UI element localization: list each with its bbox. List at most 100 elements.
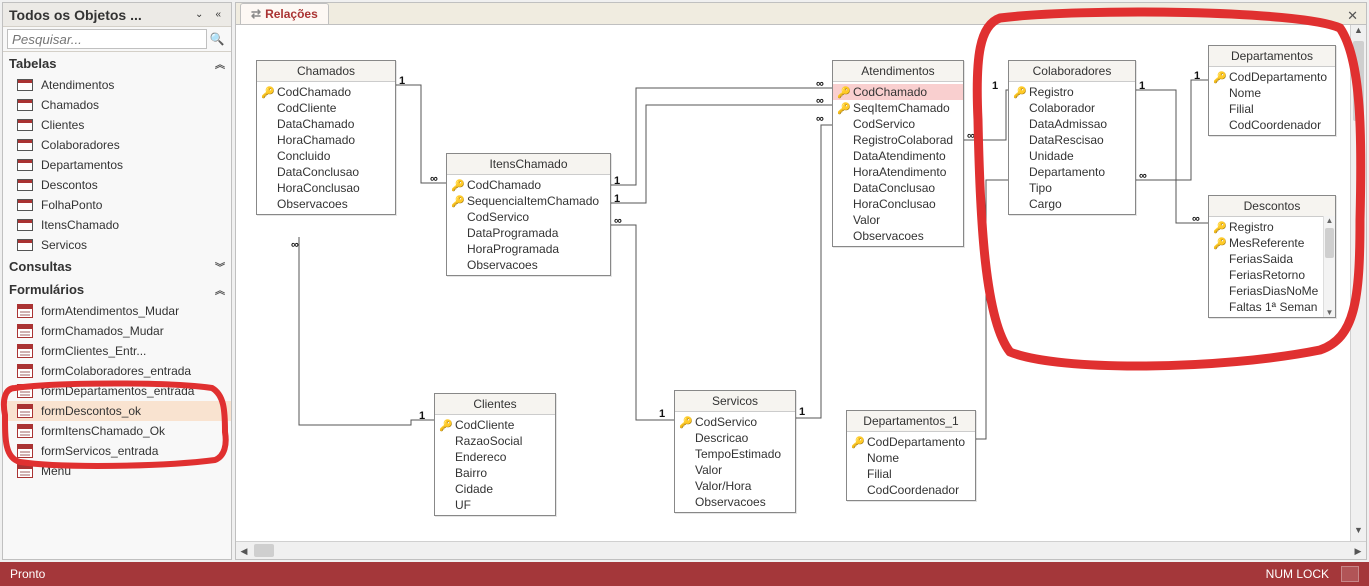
er-field[interactable]: Filial	[847, 466, 975, 482]
nav-table-item[interactable]: Chamados	[3, 95, 231, 115]
er-field[interactable]: HoraAtendimento	[833, 164, 963, 180]
er-field[interactable]: 🔑CodChamado	[447, 177, 610, 193]
er-field[interactable]: FeriasRetorno	[1209, 267, 1335, 283]
er-field[interactable]: Tipo	[1009, 180, 1135, 196]
nav-form-item[interactable]: Menu	[3, 461, 231, 481]
er-field[interactable]: HoraConclusao	[257, 180, 395, 196]
nav-table-item[interactable]: Descontos	[3, 175, 231, 195]
vertical-scrollbar[interactable]: ▲ ▼	[1350, 25, 1366, 541]
scroll-thumb[interactable]	[1325, 228, 1334, 258]
er-field[interactable]: Departamento	[1009, 164, 1135, 180]
er-field[interactable]: Nome	[1209, 85, 1335, 101]
er-field[interactable]: CodCoordenador	[1209, 117, 1335, 133]
er-table-departamentos_1[interactable]: Departamentos_1🔑CodDepartamentoNomeFilia…	[846, 410, 976, 501]
scroll-left-icon[interactable]: ◀	[236, 542, 252, 559]
er-field[interactable]: Observacoes	[257, 196, 395, 212]
horizontal-scrollbar[interactable]: ◀ ▶	[236, 541, 1366, 559]
scroll-up-icon[interactable]: ▲	[1324, 216, 1335, 225]
er-field[interactable]: Observacoes	[447, 257, 610, 273]
er-field[interactable]: HoraProgramada	[447, 241, 610, 257]
er-field[interactable]: Observacoes	[833, 228, 963, 244]
er-field[interactable]: Observacoes	[675, 494, 795, 510]
scroll-thumb[interactable]	[254, 544, 274, 557]
er-field[interactable]: HoraChamado	[257, 132, 395, 148]
scroll-down-icon[interactable]: ▼	[1324, 308, 1335, 317]
nav-form-item[interactable]: formServicos_entrada	[3, 441, 231, 461]
er-field[interactable]: UF	[435, 497, 555, 513]
er-field[interactable]: Valor	[675, 462, 795, 478]
er-field[interactable]: CodCoordenador	[847, 482, 975, 498]
er-field[interactable]: CodCliente	[257, 100, 395, 116]
scroll-right-icon[interactable]: ▶	[1350, 542, 1366, 559]
nav-form-item[interactable]: formDescontos_ok	[3, 401, 231, 421]
nav-form-item[interactable]: formItensChamado_Ok	[3, 421, 231, 441]
er-field[interactable]: Colaborador	[1009, 100, 1135, 116]
nav-menu-chevron-icon[interactable]: ⌄	[191, 9, 207, 20]
nav-table-item[interactable]: FolhaPonto	[3, 195, 231, 215]
er-field[interactable]: 🔑CodCliente	[435, 417, 555, 433]
er-table-colaboradores[interactable]: Colaboradores🔑RegistroColaboradorDataAdm…	[1008, 60, 1136, 215]
nav-table-item[interactable]: Clientes	[3, 115, 231, 135]
er-field[interactable]: DataRescisao	[1009, 132, 1135, 148]
scroll-up-icon[interactable]: ▲	[1351, 25, 1366, 41]
section-forms[interactable]: Formulários ︽	[3, 278, 231, 301]
nav-form-item[interactable]: formChamados_Mudar	[3, 321, 231, 341]
er-table-itenschamado[interactable]: ItensChamado🔑CodChamado🔑SequenciaItemCha…	[446, 153, 611, 276]
nav-form-item[interactable]: formColaboradores_entrada	[3, 361, 231, 381]
er-field[interactable]: DataChamado	[257, 116, 395, 132]
nav-table-item[interactable]: ItensChamado	[3, 215, 231, 235]
er-field[interactable]: DataAdmissao	[1009, 116, 1135, 132]
view-button[interactable]	[1341, 566, 1359, 582]
er-field[interactable]: Valor	[833, 212, 963, 228]
search-input[interactable]	[7, 29, 207, 49]
er-table-clientes[interactable]: Clientes🔑CodClienteRazaoSocialEnderecoBa…	[434, 393, 556, 516]
er-field[interactable]: Filial	[1209, 101, 1335, 117]
nav-form-item[interactable]: formDepartamentos_entrada	[3, 381, 231, 401]
nav-collapse-icon[interactable]: «	[211, 9, 225, 20]
er-field[interactable]: TempoEstimado	[675, 446, 795, 462]
er-field[interactable]: 🔑CodDepartamento	[1209, 69, 1335, 85]
er-field[interactable]: RegistroColaborad	[833, 132, 963, 148]
nav-table-item[interactable]: Colaboradores	[3, 135, 231, 155]
er-field[interactable]: CodServico	[833, 116, 963, 132]
er-field[interactable]: 🔑SeqItemChamado	[833, 100, 963, 116]
er-field[interactable]: HoraConclusao	[833, 196, 963, 212]
nav-table-item[interactable]: Atendimentos	[3, 75, 231, 95]
er-field[interactable]: Endereco	[435, 449, 555, 465]
er-field[interactable]: Nome	[847, 450, 975, 466]
relationships-canvas[interactable]: 1 ∞ 1 ∞ 1 ∞ 1 ∞ 1 ∞ 1 ∞ 1 ∞ 1 ∞ 1 ∞ 1 Ch…	[236, 25, 1366, 541]
scroll-thumb[interactable]	[1353, 41, 1364, 121]
er-field[interactable]: 🔑CodChamado	[257, 84, 395, 100]
section-tables[interactable]: Tabelas ︽	[3, 52, 231, 75]
er-field[interactable]: 🔑Registro	[1209, 219, 1335, 235]
tab-relations[interactable]: ⇄ Relações	[240, 3, 329, 24]
section-queries[interactable]: Consultas ︾	[3, 255, 231, 278]
er-field[interactable]: 🔑CodChamado	[833, 84, 963, 100]
tab-close-icon[interactable]: ✕	[1339, 8, 1366, 24]
nav-form-item[interactable]: formClientes_Entr...	[3, 341, 231, 361]
er-field[interactable]: DataProgramada	[447, 225, 610, 241]
nav-form-item[interactable]: formAtendimentos_Mudar	[3, 301, 231, 321]
er-field[interactable]: Bairro	[435, 465, 555, 481]
er-field[interactable]: Cidade	[435, 481, 555, 497]
er-table-chamados[interactable]: Chamados🔑CodChamadoCodClienteDataChamado…	[256, 60, 396, 215]
er-table-servicos[interactable]: Servicos🔑CodServicoDescricaoTempoEstimad…	[674, 390, 796, 513]
er-field[interactable]: Concluido	[257, 148, 395, 164]
er-table-departamentos[interactable]: Departamentos🔑CodDepartamentoNomeFilialC…	[1208, 45, 1336, 136]
nav-table-item[interactable]: Departamentos	[3, 155, 231, 175]
er-field[interactable]: DataConclusao	[833, 180, 963, 196]
er-field[interactable]: 🔑Registro	[1009, 84, 1135, 100]
er-field[interactable]: CodServico	[447, 209, 610, 225]
er-table-descontos[interactable]: Descontos🔑Registro🔑MesReferenteFeriasSai…	[1208, 195, 1336, 318]
er-field[interactable]: 🔑CodDepartamento	[847, 434, 975, 450]
er-field[interactable]: Cargo	[1009, 196, 1135, 212]
nav-table-item[interactable]: Servicos	[3, 235, 231, 255]
er-field[interactable]: DataConclusao	[257, 164, 395, 180]
er-field[interactable]: FeriasSaida	[1209, 251, 1335, 267]
er-field[interactable]: RazaoSocial	[435, 433, 555, 449]
er-field[interactable]: Faltas 1ª Seman	[1209, 299, 1335, 315]
er-field[interactable]: DataAtendimento	[833, 148, 963, 164]
inner-scrollbar[interactable]: ▲▼	[1323, 216, 1335, 317]
search-icon[interactable]: 🔍	[207, 32, 227, 46]
er-field[interactable]: 🔑SequenciaItemChamado	[447, 193, 610, 209]
